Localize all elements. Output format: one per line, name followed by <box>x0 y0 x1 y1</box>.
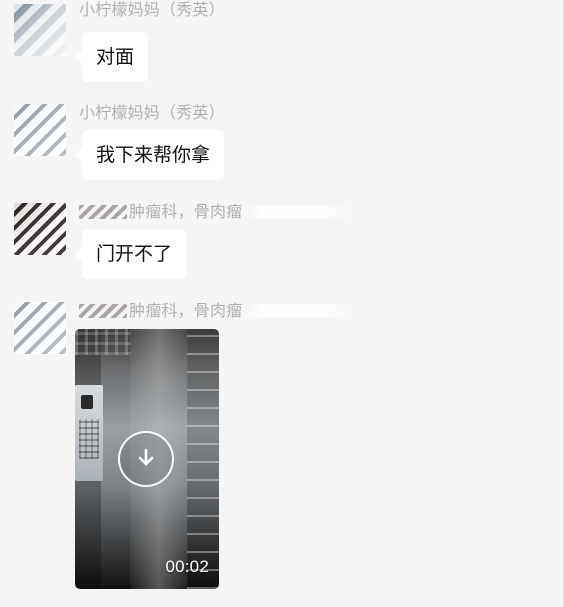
sender-name: 小柠檬妈妈（秀英） <box>79 0 225 19</box>
message-bubble[interactable]: 我下来帮你拿 <box>73 130 225 180</box>
sender-name: 肿瘤科，骨肉瘤 <box>79 297 355 321</box>
video-thumbnail-detail <box>75 329 131 355</box>
sender-avatar[interactable] <box>14 104 66 156</box>
sender-avatar[interactable] <box>14 302 66 354</box>
redacted-name-part <box>79 205 127 219</box>
video-duration: 00:02 <box>165 557 209 576</box>
redacted-name-part <box>79 304 127 318</box>
message-bubble[interactable]: 对面 <box>73 32 149 82</box>
sender-name-text: 肿瘤科，骨肉瘤 <box>129 301 243 320</box>
message-text: 我下来帮你拿 <box>96 144 211 166</box>
sender-avatar[interactable] <box>14 4 66 56</box>
chat-window: 小柠檬妈妈（秀英） 对面 小柠檬妈妈（秀英） 我下来帮你拿 肿瘤科，骨肉瘤 门开… <box>0 0 564 607</box>
sender-name: 肿瘤科，骨肉瘤 <box>79 198 355 222</box>
download-button[interactable] <box>118 431 174 487</box>
video-thumbnail-detail <box>187 329 219 589</box>
sender-name: 小柠檬妈妈（秀英） <box>79 103 225 122</box>
sender-name-text: 肿瘤科，骨肉瘤 <box>129 202 243 221</box>
message-bubble[interactable]: 门开不了 <box>73 229 187 279</box>
video-thumbnail-detail <box>75 385 103 481</box>
redacted-name-part <box>244 304 355 318</box>
sender-avatar[interactable] <box>14 203 66 255</box>
redacted-name-part <box>244 205 355 219</box>
video-message[interactable]: 00:02 <box>75 329 219 589</box>
download-arrow-icon <box>138 448 154 466</box>
message-text: 门开不了 <box>96 243 173 265</box>
message-text: 对面 <box>96 46 135 68</box>
